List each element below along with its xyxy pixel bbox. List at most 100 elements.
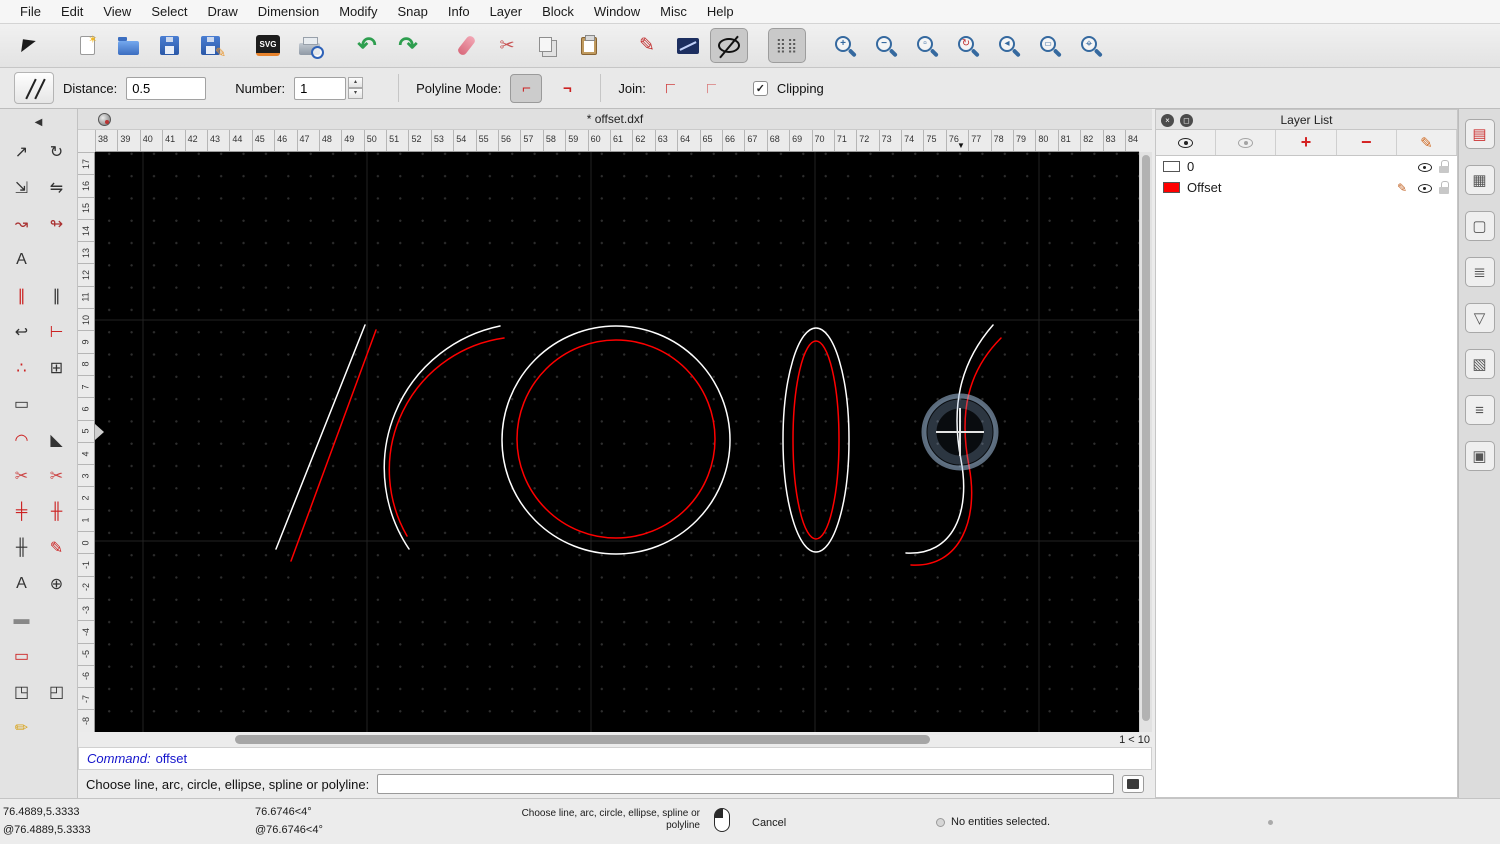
tool-edit-pen[interactable]: ✎ xyxy=(39,530,74,566)
menu-item[interactable]: Window xyxy=(584,0,650,23)
eraser[interactable] xyxy=(447,28,485,63)
tool-pencil[interactable]: ✏ xyxy=(4,710,39,746)
command-line-toggle-button[interactable] xyxy=(1122,775,1144,793)
tool-scale[interactable]: ⇲ xyxy=(4,170,39,206)
vertical-scrollbar[interactable] xyxy=(1139,152,1152,732)
entity-ellipse-offset[interactable] xyxy=(792,340,840,540)
save-as[interactable] xyxy=(191,28,229,63)
panel-command-history[interactable]: ≡ xyxy=(1464,395,1495,425)
menu-item[interactable]: Select xyxy=(141,0,197,23)
drawing-canvas[interactable] xyxy=(95,152,1139,732)
number-spinner-up[interactable]: ▴ xyxy=(348,77,364,88)
tool-explode-text[interactable]: ◰ xyxy=(39,674,74,710)
layer-row[interactable]: 0 xyxy=(1156,156,1457,177)
grid-toggle[interactable] xyxy=(768,28,806,63)
tool-properties[interactable]: ⊞ xyxy=(39,350,74,386)
pan[interactable] xyxy=(1072,28,1110,63)
tool-linear-format[interactable]: ⊕ xyxy=(39,566,74,602)
entity-circle[interactable] xyxy=(501,325,731,555)
layer-visibility-eye-icon[interactable] xyxy=(1417,160,1432,173)
zoom-out[interactable] xyxy=(867,28,905,63)
tool-stretch[interactable]: ▭ xyxy=(4,386,39,422)
menu-item[interactable]: Dimension xyxy=(248,0,329,23)
redraw[interactable] xyxy=(949,28,987,63)
undo[interactable] xyxy=(348,28,386,63)
copy[interactable] xyxy=(529,28,567,63)
polyline-mode-on-button[interactable] xyxy=(510,73,543,103)
menu-item[interactable]: Snap xyxy=(388,0,438,23)
menu-item[interactable]: View xyxy=(93,0,141,23)
save[interactable] xyxy=(150,28,188,63)
tool-move[interactable]: ↗ xyxy=(4,134,39,170)
edit-pen[interactable] xyxy=(628,28,666,63)
tool-trim[interactable]: ⊢ xyxy=(39,314,74,350)
menu-item[interactable]: Edit xyxy=(51,0,93,23)
menu-item[interactable]: File xyxy=(10,0,51,23)
panel-close-icon[interactable]: × xyxy=(1161,114,1174,127)
layer-lock-icon[interactable] xyxy=(1439,181,1450,194)
tool-auto-trim[interactable]: ╫ xyxy=(4,530,39,566)
hide-all-layers-button[interactable] xyxy=(1216,130,1277,155)
tool-bevel[interactable]: ◣ xyxy=(39,422,74,458)
add-layer-button[interactable] xyxy=(1276,130,1337,155)
menu-item[interactable]: Help xyxy=(697,0,744,23)
tool-edit-text[interactable]: A xyxy=(4,566,39,602)
number-spinner-down[interactable]: ▾ xyxy=(348,88,364,99)
tool-move-rotate[interactable]: ↝ xyxy=(4,206,39,242)
entity-line-offset[interactable] xyxy=(290,329,377,562)
tool-break-gap[interactable]: ╪ xyxy=(4,494,39,530)
join-round-button[interactable] xyxy=(655,74,687,103)
edit-layer-button[interactable] xyxy=(1397,130,1458,155)
tool-explode[interactable]: ◳ xyxy=(4,674,39,710)
print-preview[interactable] xyxy=(290,28,328,63)
tool-trim-cut-two[interactable]: ✂ xyxy=(39,458,74,494)
zoom-window[interactable] xyxy=(1031,28,1069,63)
clipping-checkbox[interactable] xyxy=(752,80,768,96)
tool-divide[interactable]: ∴ xyxy=(4,350,39,386)
tool-break-gap-two[interactable]: ╫ xyxy=(39,494,74,530)
offset-tool[interactable] xyxy=(710,28,748,63)
tool-eraser[interactable]: ▭ xyxy=(4,638,39,674)
previous-view[interactable] xyxy=(990,28,1028,63)
panel-detach-icon[interactable]: ◻ xyxy=(1180,114,1193,127)
layer-visibility-eye-icon[interactable] xyxy=(1417,181,1432,194)
panel-layer-list[interactable]: ▦ xyxy=(1464,165,1495,195)
menu-item[interactable]: Layer xyxy=(480,0,533,23)
entity-circle-offset[interactable] xyxy=(516,339,716,539)
remove-layer-button[interactable] xyxy=(1337,130,1397,155)
tool-round[interactable]: ◠ xyxy=(4,422,39,458)
panel-view-list[interactable]: ≣ xyxy=(1464,257,1495,287)
horizontal-scrollbar[interactable] xyxy=(95,733,1139,746)
tool-rotate-two[interactable]: ↬ xyxy=(39,206,74,242)
polyline-mode-segment-button[interactable] xyxy=(551,74,583,103)
tool-trim-cut[interactable]: ✂ xyxy=(4,458,39,494)
layer-lock-icon[interactable] xyxy=(1439,160,1450,173)
auto-zoom[interactable] xyxy=(908,28,946,63)
show-all-layers-button[interactable] xyxy=(1156,130,1217,155)
tool-reverse[interactable]: ↩ xyxy=(4,314,39,350)
redo[interactable] xyxy=(389,28,427,63)
panel-library-browser[interactable]: ▧ xyxy=(1464,349,1495,379)
tool-offset-point[interactable]: ∥ xyxy=(39,278,74,314)
tool-mirror[interactable]: ⇋ xyxy=(39,170,74,206)
panel-block-list[interactable]: ▢ xyxy=(1464,211,1495,241)
open-folder[interactable] xyxy=(109,28,147,63)
distance-input[interactable] xyxy=(126,76,207,100)
cut[interactable] xyxy=(488,28,526,63)
command-input[interactable] xyxy=(377,774,1114,794)
menu-item[interactable]: Misc xyxy=(650,0,697,23)
menu-item[interactable]: Modify xyxy=(329,0,387,23)
horizontal-scrollbar-thumb[interactable] xyxy=(235,735,930,744)
paste[interactable] xyxy=(570,28,608,63)
layer-row[interactable]: Offset xyxy=(1156,177,1457,198)
menu-item[interactable]: Info xyxy=(438,0,480,23)
vertical-scrollbar-thumb[interactable] xyxy=(1142,155,1150,721)
entity-arc-offset[interactable] xyxy=(388,337,505,537)
menu-item[interactable]: Block xyxy=(532,0,584,23)
tool-offset[interactable]: ∥ xyxy=(4,278,39,314)
select-arrow[interactable] xyxy=(10,28,48,63)
entity-arc[interactable] xyxy=(383,325,501,550)
menu-item[interactable]: Draw xyxy=(197,0,247,23)
zoom-in[interactable] xyxy=(826,28,864,63)
new-file[interactable] xyxy=(68,28,106,63)
